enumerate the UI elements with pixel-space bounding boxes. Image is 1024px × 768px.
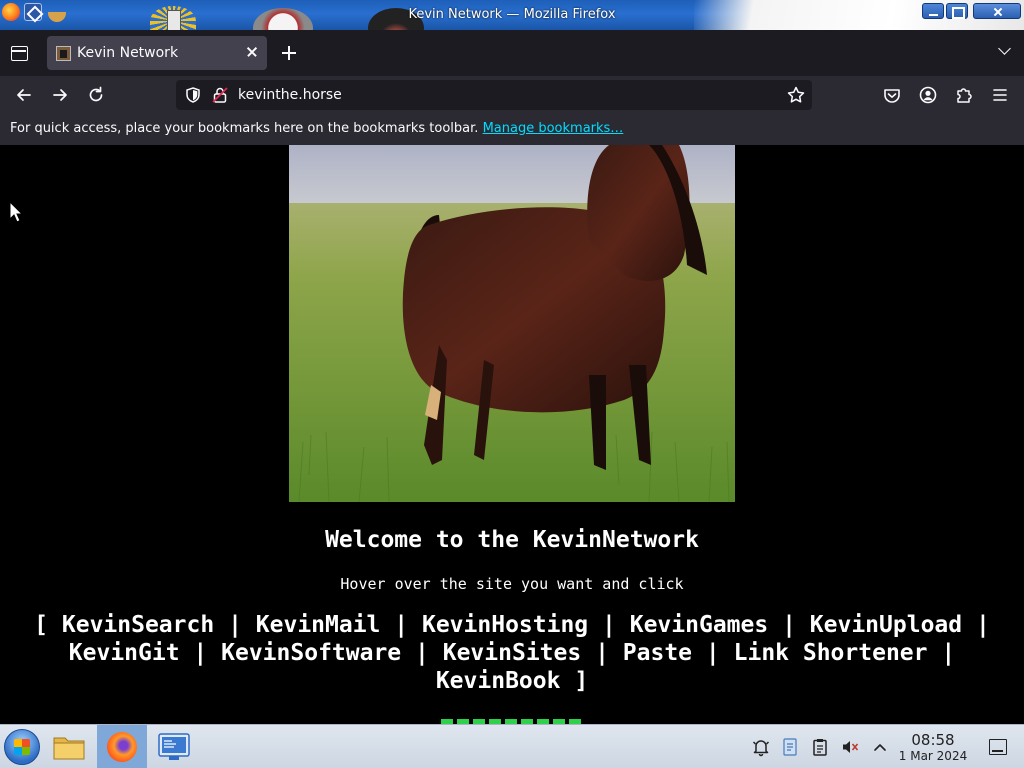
link-kevinsearch[interactable]: KevinSearch [62,612,214,638]
reload-icon[interactable] [86,85,106,105]
bookmarks-toolbar: For quick access, place your bookmarks h… [0,114,1024,145]
url-text[interactable]: kevinthe.horse [238,87,342,103]
link-kevinsoftware[interactable]: KevinSoftware [221,640,401,666]
link-separator: | [595,640,609,666]
clock-date[interactable]: 1 Mar 2024 [893,749,973,763]
firefox-icon [107,732,137,762]
bracket-open: [ [34,612,49,638]
system-monitor-icon[interactable] [157,731,191,763]
mouse-cursor-icon [9,201,23,223]
start-menu-button[interactable] [4,729,40,765]
link-kevinmail[interactable]: KevinMail [256,612,381,638]
link-kevingit[interactable]: KevinGit [69,640,180,666]
bookmarks-hint-text: For quick access, place your bookmarks h… [10,121,479,136]
link-kevinhosting[interactable]: KevinHosting [422,612,588,638]
link-kevinupload[interactable]: KevinUpload [810,612,962,638]
link-separator: | [602,612,616,638]
link-kevingames[interactable]: KevinGames [630,612,768,638]
tab-favicon-icon [56,46,71,61]
link-link-shortener[interactable]: Link Shortener [734,640,928,666]
bracket-close: ] [574,668,589,694]
link-separator: | [705,640,720,666]
navigation-toolbar: kevinthe.horse [0,76,1024,114]
manage-bookmarks-link[interactable]: Manage bookmarks… [483,121,624,136]
window-titlebar[interactable]: Kevin Network — Mozilla Firefox [0,0,1024,30]
notifications-bell-icon[interactable] [751,737,771,757]
chevron-up-icon[interactable] [870,737,890,757]
horse-image [289,145,735,502]
link-separator: | [941,640,956,666]
extensions-puzzle-icon[interactable] [954,85,974,105]
tab-kevin-network[interactable]: Kevin Network [47,36,267,70]
address-bar[interactable]: kevinthe.horse [176,80,812,110]
file-manager-folder-icon[interactable] [52,731,86,763]
link-separator: | [782,612,796,638]
close-window-button[interactable] [973,3,1021,19]
link-paste[interactable]: Paste [623,640,692,666]
tab-title: Kevin Network [77,45,179,61]
minimize-button[interactable] [922,3,944,19]
account-icon[interactable] [918,85,938,105]
tab-strip: Kevin Network [0,30,1024,76]
firefox-view-icon[interactable] [8,42,30,64]
clock-time[interactable]: 08:58 [898,731,968,749]
lock-insecure-icon[interactable] [211,86,229,104]
document-tray-icon[interactable] [780,737,800,757]
bookmarks-toolbar-message: For quick access, place your bookmarks h… [10,121,623,136]
list-all-tabs-icon[interactable] [998,46,1012,56]
pocket-icon[interactable] [882,85,902,105]
window-title: Kevin Network — Mozilla Firefox [408,7,616,22]
hamburger-menu-icon[interactable] [990,85,1010,105]
page-content: Welcome to the KevinNetwork Hover over t… [0,145,1024,724]
link-kevinbook[interactable]: KevinBook [436,668,561,694]
taskbar-firefox-button[interactable] [97,725,147,768]
welcome-heading: Welcome to the KevinNetwork [325,527,699,553]
link-separator: | [193,640,208,666]
new-tab-button[interactable] [280,44,298,62]
link-kevinsites[interactable]: KevinSites [443,640,581,666]
link-separator: | [975,612,990,638]
volume-muted-icon[interactable] [840,737,860,757]
instruction-text: Hover over the site you want and click [340,575,684,593]
clipboard-icon[interactable] [810,737,830,757]
show-desktop-icon[interactable] [989,739,1007,755]
tab-close-icon[interactable] [245,45,259,59]
bookmark-star-icon[interactable] [786,85,806,105]
taskbar: 08:58 1 Mar 2024 [0,724,1024,768]
site-links-list: [ KevinSearch | KevinMail | KevinHosting… [8,611,1016,695]
shield-icon[interactable] [184,86,202,104]
forward-arrow-icon[interactable] [50,85,70,105]
link-separator: | [394,612,409,638]
link-separator: | [228,612,242,638]
link-separator: | [415,640,429,666]
maximize-button[interactable] [946,3,968,19]
back-arrow-icon[interactable] [14,85,34,105]
